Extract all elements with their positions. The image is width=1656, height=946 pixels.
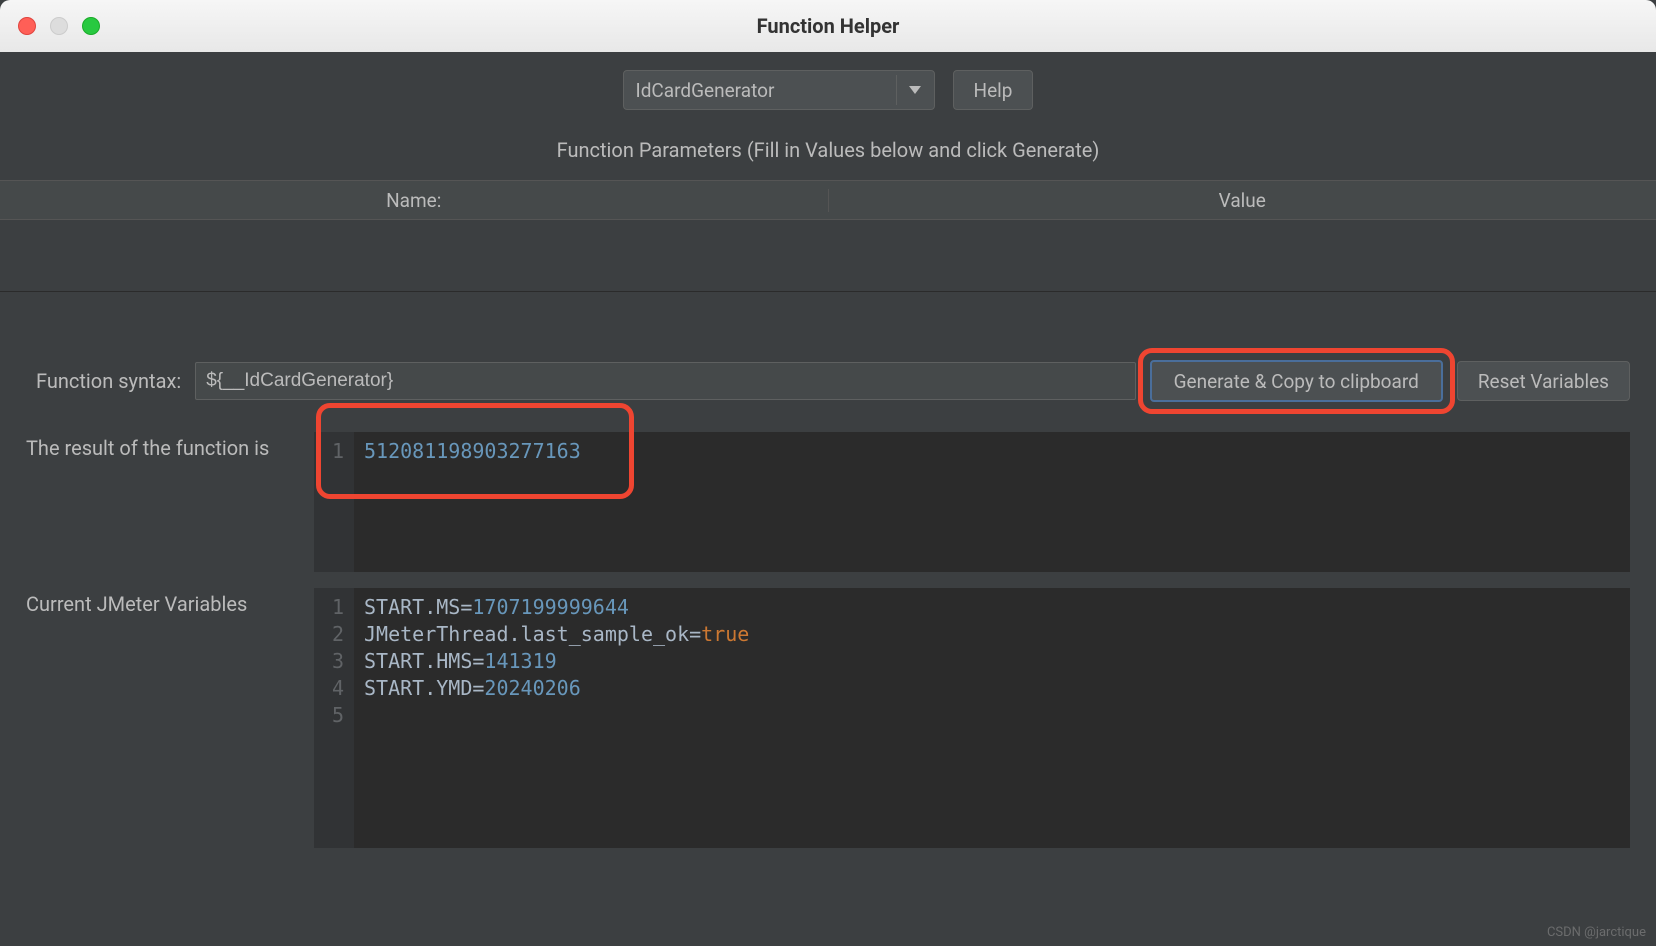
function-syntax-input[interactable] — [195, 362, 1135, 400]
variable-line: START.YMD=20240206 — [364, 676, 581, 700]
watermark: CSDN @jarctique — [1547, 925, 1646, 940]
generate-button-wrap: Generate & Copy to clipboard — [1150, 360, 1443, 402]
variables-gutter: 12345 — [314, 588, 354, 848]
window-title: Function Helper — [757, 14, 900, 38]
zoom-window-button[interactable] — [82, 17, 100, 35]
reset-variables-button[interactable]: Reset Variables — [1457, 361, 1630, 401]
chevron-down-icon — [896, 75, 926, 105]
traffic-lights — [0, 17, 100, 35]
parameters-section-label: Function Parameters (Fill in Values belo… — [0, 132, 1656, 180]
variables-textarea[interactable]: 12345 START.MS=1707199999644 JMeterThrea… — [314, 588, 1630, 848]
result-value: 512081198903277163 — [364, 439, 581, 463]
variable-line: START.HMS=141319 — [364, 649, 557, 673]
syntax-row: Function syntax: Generate & Copy to clip… — [0, 292, 1656, 412]
variables-label: Current JMeter Variables — [26, 588, 304, 616]
help-button[interactable]: Help — [953, 70, 1034, 110]
result-textarea[interactable]: 1 512081198903277163 — [314, 432, 1630, 572]
result-label: The result of the function is — [26, 432, 304, 460]
variable-line: JMeterThread.last_sample_ok=true — [364, 622, 749, 646]
titlebar: Function Helper — [0, 0, 1656, 52]
col-value-header: Value — [829, 189, 1656, 212]
variables-content: START.MS=1707199999644 JMeterThread.last… — [354, 588, 759, 848]
result-content: 512081198903277163 — [354, 432, 591, 572]
col-name-header: Name: — [0, 189, 829, 212]
minimize-window-button[interactable] — [50, 17, 68, 35]
function-select-dropdown[interactable]: IdCardGenerator — [623, 70, 935, 110]
content-area: IdCardGenerator Help Function Parameters… — [0, 52, 1656, 848]
close-window-button[interactable] — [18, 17, 36, 35]
function-select-value: IdCardGenerator — [636, 79, 775, 102]
generate-copy-button[interactable]: Generate & Copy to clipboard — [1150, 360, 1443, 402]
variable-line: START.MS=1707199999644 — [364, 595, 629, 619]
function-syntax-label: Function syntax: — [36, 369, 181, 393]
variables-area: Current JMeter Variables 12345 START.MS=… — [0, 572, 1656, 848]
parameters-table-body[interactable] — [0, 220, 1656, 292]
result-area: The result of the function is 1 51208119… — [0, 412, 1656, 572]
top-row: IdCardGenerator Help — [0, 52, 1656, 132]
result-gutter: 1 — [314, 432, 354, 572]
parameters-table-header: Name: Value — [0, 180, 1656, 220]
